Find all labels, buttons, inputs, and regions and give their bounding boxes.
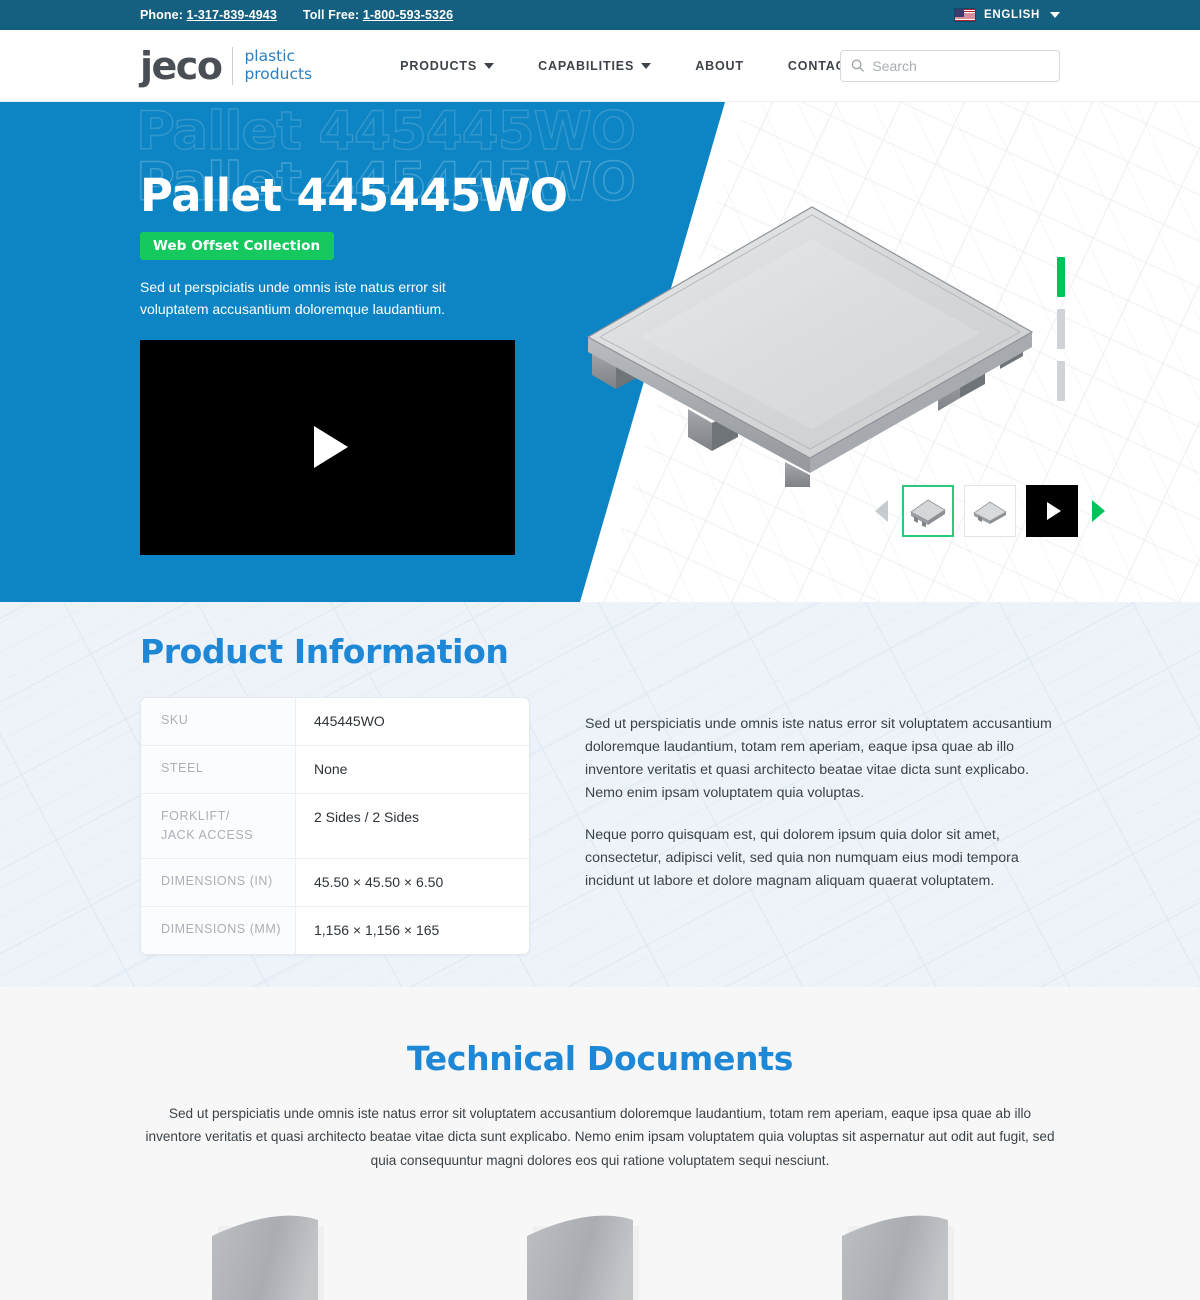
nav-label-about: ABOUT [695,58,744,73]
arrow-left-icon[interactable] [875,500,888,522]
contact-info-group: Phone: 1-317-839-4943 Toll Free: 1-800-5… [140,8,453,22]
product-information-content: Product Information SKU 445445WO STEEL N… [0,602,1200,955]
spec-value-forklift-jack-access: 2 Sides / 2 Sides [314,809,420,825]
table-row: SKU 445445WO [141,698,529,746]
nav-item-products[interactable]: PRODUCTS [400,58,495,73]
nav-label-capabilities: CAPABILITIES [538,58,635,73]
hero-section: Pallet 445445WO Pallet 445445WO Pallet 4… [0,102,1200,602]
phone-info: Phone: 1-317-839-4943 [140,8,277,22]
product-image-main [580,197,1050,487]
product-paragraph-2: Neque porro quisquam est, qui dolorem ip… [585,827,1019,889]
document-icon [527,1215,639,1300]
spec-label-steel: STEEL [141,746,296,793]
arrow-right-icon[interactable] [1092,500,1105,522]
technical-documents-section: Technical Documents Sed ut perspiciatis … [0,987,1200,1300]
chevron-down-icon [1050,12,1060,18]
tollfree-number-link[interactable]: 1-800-593-5326 [363,8,453,22]
technical-documents-title: Technical Documents [406,1039,794,1078]
technical-documents-description: Sed ut perspiciatis unde omnis iste natu… [145,1106,1055,1168]
progress-bar-2[interactable] [1057,309,1065,349]
product-page: Phone: 1-317-839-4943 Toll Free: 1-800-5… [0,0,1200,1300]
pallet-thumbnail-icon [910,499,946,527]
nav-item-about[interactable]: ABOUT [695,59,744,73]
phone-label: Phone: [140,8,183,22]
progress-bar-1[interactable] [1057,257,1065,297]
product-media-area [580,102,1200,602]
document-thumbnail-2[interactable] [515,1212,685,1300]
logo-tagline-line2: products [244,64,313,83]
spec-value-sku: 445445WO [314,713,385,729]
search-icon [851,59,864,72]
phone-number-link[interactable]: 1-317-839-4943 [187,8,277,22]
spec-label-forklift-line1: FORKLIFT/ [161,809,230,823]
product-information-grid: SKU 445445WO STEEL None FORKLIFT/ JACK A… [140,697,1060,955]
spec-label-dimensions-mm: DIMENSIONS (MM) [141,906,296,954]
us-flag-icon [953,8,976,22]
specifications-table: SKU 445445WO STEEL None FORKLIFT/ JACK A… [140,697,530,955]
pallet-thumbnail-1[interactable] [902,485,954,537]
main-navigation: PRODUCTS CAPABILITIES ABOUT CONTACT US [400,59,877,73]
language-selector[interactable]: ENGLISH [953,0,1060,30]
technical-documents-list [140,1212,1060,1300]
nav-item-capabilities[interactable]: CAPABILITIES [538,58,652,73]
logo-tagline: plastic products [244,47,313,83]
site-header: jeco plastic products PRODUCTS CAPABILIT… [0,30,1200,102]
pallet-thumbnail-2[interactable] [964,485,1016,537]
product-information-title: Product Information [140,632,509,671]
tollfree-label: Toll Free: [302,8,360,22]
language-label: ENGLISH [983,9,1040,21]
spec-value-steel: None [314,761,348,777]
play-icon [314,426,348,469]
site-logo[interactable]: jeco plastic products [140,43,313,88]
logo-wordmark: jeco [140,43,223,88]
document-thumbnail-3[interactable] [830,1212,1000,1300]
hero-video-player[interactable] [140,339,515,555]
document-thumbnail-1[interactable] [200,1212,370,1300]
spec-value-dimensions-in: 45.50 × 45.50 × 6.50 [314,873,444,890]
collection-badge: Web Offset Collection [140,232,335,261]
progress-bar-3[interactable] [1057,361,1065,401]
spec-label-dimensions-in: DIMENSIONS (IN) [141,858,296,906]
product-information-section: Product Information SKU 445445WO STEEL N… [0,602,1200,987]
image-progress-indicator [1057,257,1065,401]
play-icon [1047,502,1061,520]
product-description: Sed ut perspiciatis unde omnis iste natu… [585,697,1060,955]
nav-label-products: PRODUCTS [400,58,478,73]
spec-label-forklift-jack-access: FORKLIFT/ JACK ACCESS [141,794,296,858]
table-row: DIMENSIONS (MM) 1,156 × 1,156 × 165 [141,906,529,954]
pallet-thumbnail-icon [973,501,1007,524]
search-box[interactable] [840,49,1060,82]
logo-tagline-line1: plastic [244,47,296,66]
product-paragraph-1: Sed ut perspiciatis unde omnis iste natu… [585,716,1052,801]
thumbnail-carousel [875,485,1105,537]
chevron-down-icon [484,62,495,69]
pallet-3d-illustration [586,206,1034,487]
chevron-down-icon [641,62,652,69]
table-row: STEEL None [141,746,529,794]
table-row: FORKLIFT/ JACK ACCESS 2 Sides / 2 Sides [141,794,529,859]
spec-value-dimensions-mm: 1,156 × 1,156 × 165 [314,921,440,938]
top-utility-bar: Phone: 1-317-839-4943 Toll Free: 1-800-5… [0,0,1200,30]
logo-divider [232,46,234,85]
spec-label-forklift-line2: JACK ACCESS [161,827,254,842]
search-input[interactable] [872,57,1049,74]
spec-label-sku: SKU [141,698,296,745]
table-row: DIMENSIONS (IN) 45.50 × 45.50 × 6.50 [141,858,529,907]
tollfree-info: Toll Free: 1-800-593-5326 [303,8,453,22]
hero-description: Sed ut perspiciatis unde omnis iste natu… [140,279,446,317]
video-thumbnail[interactable] [1026,485,1078,537]
document-icon [212,1215,324,1300]
document-icon [842,1215,954,1300]
